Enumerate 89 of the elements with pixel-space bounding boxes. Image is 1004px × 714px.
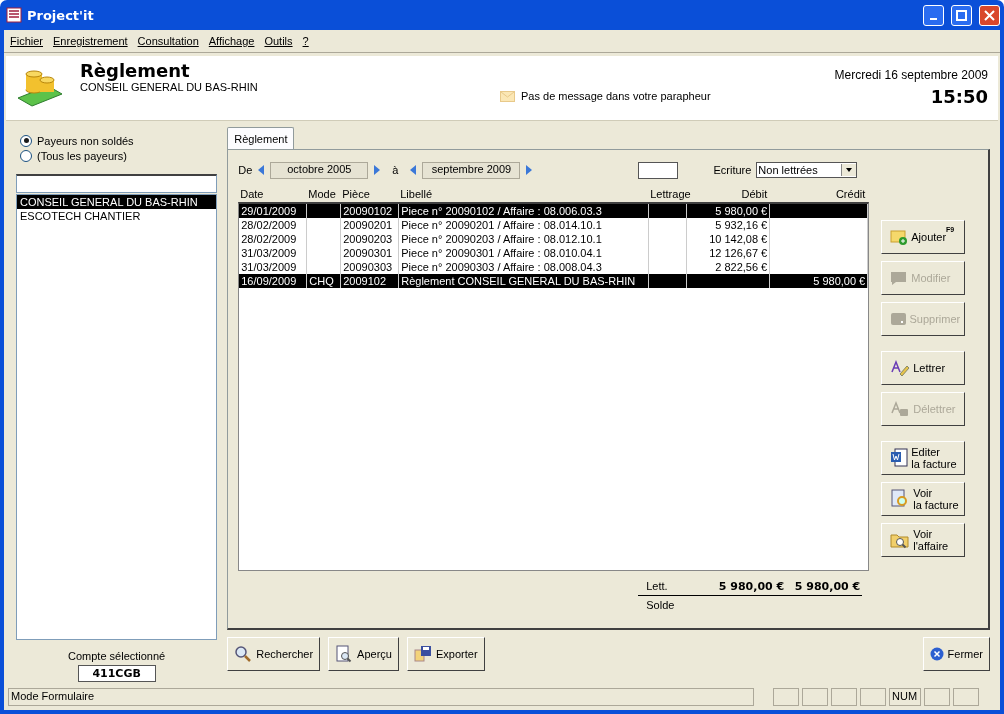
minimize-icon xyxy=(930,18,937,20)
input-field[interactable] xyxy=(638,161,679,179)
to-label: à xyxy=(392,164,399,176)
search-icon xyxy=(234,645,253,663)
menu-item[interactable]: Enregistrement xyxy=(53,35,128,47)
ecriture-dropdown[interactable]: Non lettrées xyxy=(756,162,858,178)
envelope-icon xyxy=(500,90,515,102)
page-magnifier-icon xyxy=(335,645,354,663)
account-label: Compte sélectionné xyxy=(67,650,167,662)
close-button[interactable] xyxy=(979,4,1000,26)
time-text: 15:50 xyxy=(929,86,988,107)
status-panel xyxy=(802,688,828,706)
table-row[interactable]: 16/09/2009 CHQ 2009102 Règlement CONSEIL GENERAL DU BAS-RHIN 5 980,00 € xyxy=(239,274,869,288)
table-cell: Règlement CONSEIL GENERAL DU BAS-RHIN xyxy=(399,274,650,288)
next-arrow-icon[interactable] xyxy=(373,164,382,176)
previous-arrow-icon[interactable] xyxy=(409,164,418,176)
tab[interactable]: Règlement xyxy=(227,127,295,149)
table-row[interactable]: 28/02/2009 20090201 Piece n° 20090201 / Affaire : 08.014.10.1 5 932,16 € xyxy=(239,218,869,232)
app-icon xyxy=(6,7,22,23)
caret-icon xyxy=(841,164,857,176)
status-panel xyxy=(860,688,886,706)
radio-label[interactable]: (Tous les payeurs) xyxy=(37,149,127,162)
column-header[interactable]: Pièce xyxy=(340,188,399,202)
payer-item[interactable]: CONSEIL GENERAL DU BAS-RHIN xyxy=(17,195,217,209)
column-header[interactable]: Date xyxy=(238,188,307,202)
action-button[interactable]: Voir la facture xyxy=(881,482,966,516)
ecriture-label: Ecriture xyxy=(713,164,752,176)
column-header[interactable]: Mode xyxy=(306,188,341,202)
folder-add-icon xyxy=(890,229,909,245)
status-panel xyxy=(831,688,857,706)
page-subtitle: CONSEIL GENERAL DU BAS-RHIN xyxy=(80,81,259,93)
table-row[interactable]: 31/03/2009 20090303 Piece n° 20090303 / Affaire : 08.008.04.3 2 822,56 € xyxy=(239,260,869,274)
toolbar-button[interactable]: Exporter xyxy=(406,637,485,671)
next-arrow-icon[interactable] xyxy=(525,164,534,176)
previous-arrow-icon[interactable] xyxy=(257,164,266,176)
page-title: Règlement xyxy=(80,60,191,81)
from-label: De xyxy=(238,164,253,176)
menu-item[interactable]: Consultation xyxy=(137,35,199,47)
action-button[interactable]: Lettrer xyxy=(881,351,966,385)
payer-item[interactable]: ESCOTECH CHANTIER xyxy=(17,209,217,223)
maximize-icon xyxy=(956,9,967,21)
message-text: Pas de message dans votre parapheur xyxy=(521,90,711,102)
lettered-label: Lett. xyxy=(645,580,669,592)
column-header[interactable]: Crédit xyxy=(769,188,868,202)
column-header[interactable]: Libellé xyxy=(398,188,649,202)
table-row[interactable]: 28/02/2009 20090203 Piece n° 20090203 / Affaire : 08.012.10.1 10 142,08 € xyxy=(239,232,869,246)
menu-item[interactable]: ? xyxy=(302,35,309,47)
action-button[interactable]: Editer la facture xyxy=(881,441,966,475)
status-mode: Mode Formulaire xyxy=(8,688,754,706)
toolbar-button[interactable]: Rechercher xyxy=(227,637,321,671)
status-panel xyxy=(924,688,950,706)
comment-icon xyxy=(890,270,909,286)
account-field: 411CGB xyxy=(77,665,156,682)
status-panel xyxy=(773,688,799,706)
credit-total: 5 980,00 € xyxy=(793,579,861,593)
menu-item[interactable]: Fichier xyxy=(10,35,43,47)
debit-total: 5 980,00 € xyxy=(717,579,785,593)
menu-item[interactable]: Affichage xyxy=(208,35,255,47)
close-form-button[interactable]: Fermer xyxy=(922,637,990,671)
search-field[interactable] xyxy=(16,174,218,193)
table-cell: 2009102 xyxy=(341,274,400,288)
radio-button[interactable] xyxy=(20,134,32,147)
table-cell: CHQ xyxy=(307,274,342,288)
folder-magnifier-icon xyxy=(890,531,911,549)
table-cell: 16/09/2009 xyxy=(239,274,308,288)
table-row[interactable]: 31/03/2009 20090301 Piece n° 20090301 / Affaire : 08.010.04.1 12 126,67 € xyxy=(239,246,869,260)
pencil-letters-icon xyxy=(890,360,911,376)
close-icon xyxy=(984,9,995,21)
date-text: Mercredi 16 septembre 2009 xyxy=(834,68,988,82)
word-document-icon xyxy=(890,448,909,468)
status-panel xyxy=(953,688,979,706)
action-button[interactable]: Voir l'affaire xyxy=(881,523,966,557)
table-row[interactable]: 29/01/2009 20090102 Piece n° 20090102 / Affaire : 08.006.03.3 5 980,00 € xyxy=(239,204,869,218)
window-title: Project'it xyxy=(27,7,95,23)
num-indicator: NUM xyxy=(889,688,921,706)
table-cell: 5 980,00 € xyxy=(770,274,869,288)
menu-item[interactable]: Outils xyxy=(264,35,293,47)
radio-label[interactable]: Payeurs non soldés xyxy=(37,134,134,147)
maximize-button[interactable] xyxy=(951,4,972,26)
close-icon xyxy=(929,647,944,661)
balance-label: Solde xyxy=(645,599,676,611)
letters-delete-icon xyxy=(890,401,911,417)
comment-delete-icon xyxy=(890,311,907,327)
toolbar-button[interactable]: Aperçu xyxy=(328,637,399,671)
from-period-field[interactable]: octobre 2005 xyxy=(270,161,369,179)
floppy-disk-icon xyxy=(413,645,432,663)
minimize-button[interactable] xyxy=(923,4,944,26)
radio-button[interactable] xyxy=(20,149,32,162)
to-period-field[interactable]: septembre 2009 xyxy=(422,161,521,179)
